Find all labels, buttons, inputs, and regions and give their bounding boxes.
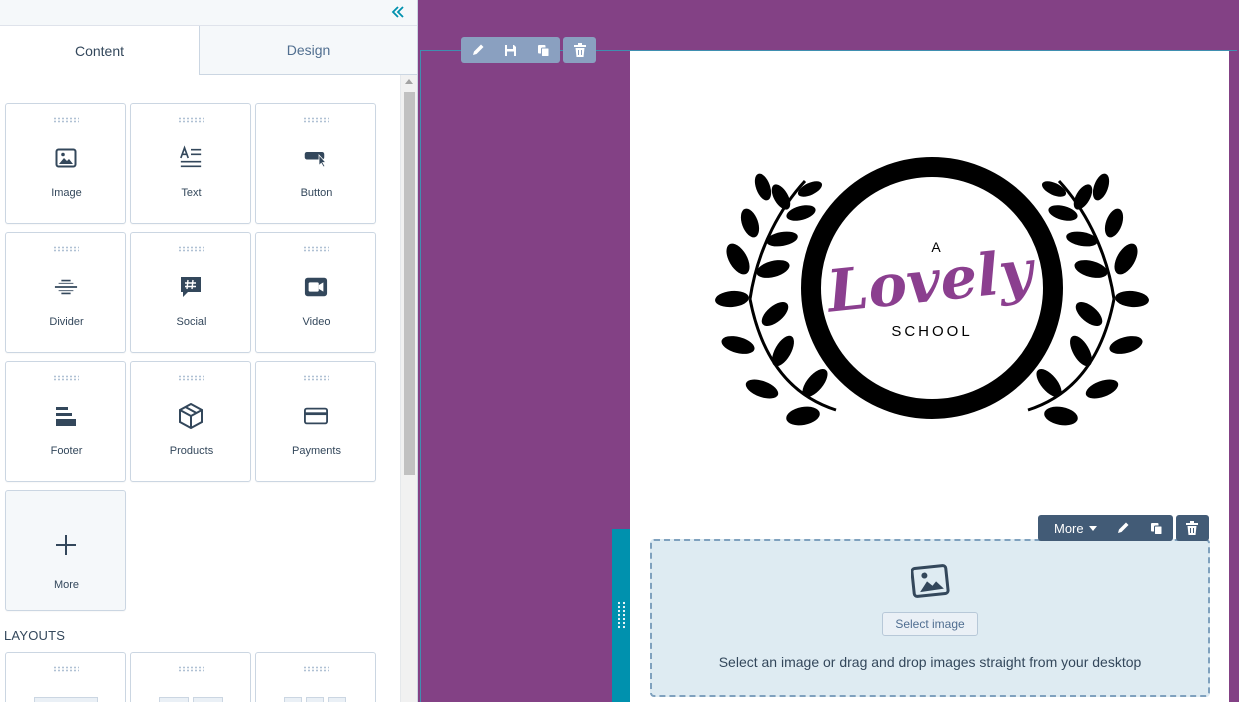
button-icon (304, 146, 328, 170)
scrollbar[interactable] (400, 75, 417, 702)
video-icon (304, 275, 328, 299)
layout-column (328, 697, 346, 702)
collapse-sidebar-icon[interactable] (389, 3, 407, 21)
plus-icon (54, 533, 78, 557)
products-icon (179, 403, 203, 429)
module-label: Video (302, 316, 331, 328)
school-logo[interactable]: A Lovely SCHOOL (710, 151, 1160, 441)
layout-card-three-columns[interactable] (255, 652, 376, 702)
module-card-payments[interactable]: Payments (255, 361, 376, 482)
drag-grip-icon (178, 246, 204, 252)
layout-column (284, 697, 302, 702)
drag-handle-icon[interactable] (616, 601, 628, 631)
module-label: Button (300, 187, 333, 199)
payments-icon (304, 404, 328, 428)
tab-bar: Content Design (0, 26, 417, 75)
drag-grip-icon (303, 375, 329, 381)
footer-icon (54, 404, 78, 428)
image-drop-zone[interactable]: Select image Select an image or drag and… (650, 539, 1210, 697)
module-card-image[interactable]: Image (5, 103, 126, 224)
clone-icon[interactable] (527, 37, 560, 63)
layout-column (34, 697, 98, 702)
edit-pencil-icon[interactable] (461, 37, 494, 63)
module-card-footer[interactable]: Footer (5, 361, 126, 482)
logo-bottom-text: SCHOOL (891, 323, 972, 340)
module-card-text[interactable]: Text (130, 103, 251, 224)
module-card-products[interactable]: Products (130, 361, 251, 482)
layout-card-one-column[interactable] (5, 652, 126, 702)
scroll-up-arrow-icon[interactable] (401, 78, 417, 88)
module-card-social[interactable]: Social (130, 232, 251, 353)
section-toolbar-group (461, 37, 560, 63)
image-module[interactable]: Select image Select an image or drag and… (612, 529, 1229, 702)
caret-down-icon (1088, 525, 1097, 531)
clone-icon[interactable] (1140, 515, 1173, 541)
delete-trash-icon[interactable] (1175, 515, 1209, 541)
image-placeholder-icon (910, 563, 951, 599)
panel-topbar (0, 0, 417, 26)
sidebar-panel: Content Design Image Text Button Divider… (0, 0, 418, 702)
drag-grip-icon (303, 666, 329, 672)
layout-card-two-columns[interactable] (130, 652, 251, 702)
layouts-heading: LAYOUTS (4, 628, 66, 643)
module-label: Payments (292, 445, 341, 457)
email-canvas: A Lovely SCHOOL Select image Select an i… (418, 0, 1239, 702)
module-label: Image (51, 187, 82, 199)
delete-trash-icon[interactable] (563, 37, 596, 63)
layout-column (159, 697, 189, 702)
drag-grip-icon (53, 246, 79, 252)
drag-grip-icon (303, 246, 329, 252)
module-card-button[interactable]: Button (255, 103, 376, 224)
drag-grip-icon (53, 117, 79, 123)
select-image-button[interactable]: Select image (882, 612, 978, 636)
save-icon[interactable] (494, 37, 527, 63)
module-label: More (53, 579, 80, 591)
more-dropdown-button[interactable]: More (1038, 515, 1107, 541)
module-toolbar-group: More (1038, 515, 1173, 541)
logo-script-text: Lovely (822, 236, 1040, 326)
edit-pencil-icon[interactable] (1107, 515, 1140, 541)
drag-grip-icon (53, 666, 79, 672)
module-toolbar: More (1038, 515, 1209, 541)
drop-hint-text: Select an image or drag and drop images … (718, 654, 1142, 670)
more-label: More (1054, 520, 1084, 536)
module-card-video[interactable]: Video (255, 232, 376, 353)
tab-design[interactable]: Design (200, 26, 417, 75)
module-card-divider[interactable]: Divider (5, 232, 126, 353)
module-label: Divider (49, 316, 84, 328)
layout-column (306, 697, 324, 702)
drag-grip-icon (178, 666, 204, 672)
scrollbar-thumb[interactable] (404, 92, 415, 475)
social-icon (179, 275, 203, 299)
modules-scroll-area: Image Text Button Divider Social Video F… (0, 75, 417, 702)
tab-content[interactable]: Content (0, 26, 200, 75)
drag-grip-icon (303, 117, 329, 123)
module-label: Footer (50, 445, 83, 457)
divider-icon (54, 275, 78, 299)
image-module-body: Select image Select an image or drag and… (630, 529, 1229, 702)
module-label: Text (181, 187, 202, 199)
image-icon (54, 146, 78, 170)
module-label: Social (176, 316, 207, 328)
module-label: Products (169, 445, 214, 457)
section-toolbar (461, 37, 596, 63)
more-modules-button[interactable]: More (5, 490, 126, 611)
layout-column (193, 697, 223, 702)
text-icon (179, 145, 203, 170)
drag-grip-icon (53, 375, 79, 381)
drag-grip-icon (178, 117, 204, 123)
drag-grip-icon (178, 375, 204, 381)
